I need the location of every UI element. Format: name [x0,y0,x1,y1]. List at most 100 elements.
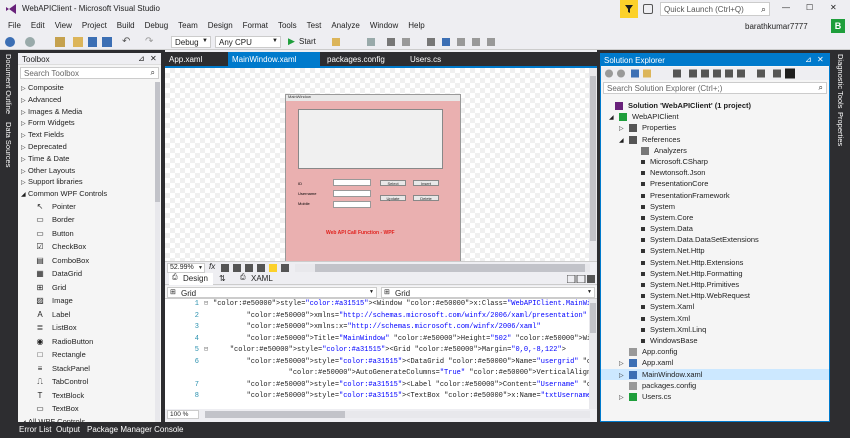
solution-item[interactable]: WindowsBase [601,335,829,346]
breadcrumb-left-dropdown[interactable]: ⊞ Grid ▼ [167,287,377,298]
open-icon[interactable] [73,37,83,47]
close-button[interactable]: ✕ [830,3,837,12]
new-project-icon[interactable] [55,37,65,47]
menu-debug[interactable]: Debug [140,18,174,34]
code-vscrollbar[interactable] [589,299,597,409]
maximize-button[interactable]: ☐ [806,3,813,12]
menu-analyze[interactable]: Analyze [326,18,364,34]
toolbox-item-label[interactable]: A Label [18,308,154,322]
solution-search[interactable]: Search Solution Explorer (Ctrl+;) ⌕ [603,82,827,94]
swap-panes-icon[interactable]: ⇅ [219,274,226,283]
code-line[interactable]: 5 ⊟ "color:#e50000">style="color:#a31515"… [165,345,589,357]
toolbox-search[interactable]: Search Toolbox ⌕ [20,67,159,79]
toolbox-item-tabcontrol[interactable]: ⎍ TabControl [18,375,154,389]
wpf-window[interactable]: MainWindow ID Username Mobile Select Ins… [285,94,461,264]
design-tab[interactable]: ⎙ Design [169,273,213,285]
toolbox-category[interactable]: ▷ Support libraries [18,176,154,188]
toolbox-item-grid[interactable]: ⊞ Grid [18,281,154,295]
solution-item[interactable]: ▷ Properties [601,122,829,133]
wpf-datagrid[interactable] [298,109,443,169]
user-name[interactable]: barathkumar7777 [745,22,808,31]
code-line[interactable]: 2 "color:#e50000">xmlns="http://schemas.… [165,311,589,323]
solution-item[interactable]: System.Data [601,223,829,234]
undo-icon[interactable]: ↶ [122,36,130,47]
wpf-textbox-username[interactable] [333,190,371,197]
wpf-delete-button[interactable]: Delete [413,195,439,201]
toolbox-category[interactable]: ▷ Other Layouts [18,165,154,177]
code-line[interactable]: 7 "color:#e50000">style="color:#a31515">… [165,380,589,392]
menu-team[interactable]: Team [173,18,203,34]
expand-arrow-icon[interactable]: ▷ [619,393,629,404]
vtab-properties[interactable]: Properties [836,112,845,146]
code-line[interactable]: 8 "color:#e50000">style="color:#a31515">… [165,391,589,403]
menu-file[interactable]: File [3,18,26,34]
feedback-icon[interactable] [643,4,653,14]
scrollbar-thumb[interactable] [155,82,160,202]
tab-packages-config[interactable]: packages.config [323,52,403,66]
designer-zoom-dropdown[interactable]: 52.99% ▼ [167,263,205,273]
solution-item[interactable]: ▷ App.xaml [601,357,829,368]
menu-test[interactable]: Test [302,18,327,34]
tab-error-list[interactable]: Error List [19,425,51,434]
code-line[interactable]: 3 "color:#e50000">xmlns:x="http://schema… [165,322,589,334]
menu-format[interactable]: Format [238,18,273,34]
tab-mainwindow-xaml[interactable]: MainWindow.xaml [228,52,320,66]
toolbox-category[interactable]: ▷ Advanced [18,94,154,106]
solution-item[interactable]: Solution 'WebAPIClient' (1 project) [601,100,829,111]
vtab-document-outline[interactable]: Document Outline [4,54,13,114]
menu-window[interactable]: Window [365,18,403,34]
menu-view[interactable]: View [50,18,77,34]
toolbar-tools-icons[interactable] [332,37,502,47]
vtab-diagnostic-tools[interactable]: Diagnostic Tools [836,54,845,108]
xaml-code-editor[interactable]: 1 ⊟ "color:#e50000">style="color:#a31515">… [165,299,589,409]
config-dropdown[interactable]: Debug ▼ [171,36,211,48]
solution-item[interactable]: PresentationFramework [601,190,829,201]
fx-icon[interactable]: fx [209,262,215,271]
toolbox-category[interactable]: ▷ Images & Media [18,106,154,118]
toolbox-category[interactable]: ▷ Form Widgets [18,117,154,129]
toolbox-item-border[interactable]: ▭ Border [18,213,154,227]
toolbox-category[interactable]: ▷ Text Fields [18,129,154,141]
save-all-icon[interactable] [102,37,112,47]
menu-design[interactable]: Design [203,18,238,34]
toolbox-item-button[interactable]: ▭ Button [18,227,154,241]
toolbox-item-textbox[interactable]: ▭ TextBox [18,402,154,416]
user-avatar[interactable]: B [831,19,845,33]
minimize-button[interactable]: — [782,3,790,12]
solution-item[interactable]: System.Core [601,212,829,223]
close-icon[interactable]: ✕ [817,55,824,64]
solution-item[interactable]: Newtonsoft.Json [601,167,829,178]
menu-tools[interactable]: Tools [273,18,302,34]
solution-item[interactable]: System.Net.Http.WebRequest [601,290,829,301]
xaml-tab[interactable]: ⎙ XAML [237,273,281,285]
toolbox-item-listbox[interactable]: ≣ ListBox [18,321,154,335]
solution-item[interactable]: Analyzers [601,145,829,156]
filter-icon[interactable] [620,0,638,18]
solution-item[interactable]: packages.config [601,380,829,391]
toolbox-item-pointer[interactable]: ↖ Pointer [18,200,154,214]
toolbox-scrollbar[interactable] [155,82,160,422]
solution-toolbar-icons[interactable] [601,67,829,80]
breadcrumb-right-dropdown[interactable]: ⊞ Grid ▼ [381,287,595,298]
solution-item[interactable]: System.Net.Http [601,245,829,256]
pin-icon[interactable]: ⊿ [805,55,812,64]
solution-item[interactable]: ▷ MainWindow.xaml [601,368,829,380]
start-button[interactable]: ▶ Start [286,36,326,48]
code-line[interactable]: 4 "color:#e50000">Title="MainWindow" "co… [165,334,589,346]
toolbox-category[interactable]: ▷ Deprecated [18,141,154,153]
menu-help[interactable]: Help [403,18,429,34]
toolbox-item-textblock[interactable]: T TextBlock [18,389,154,403]
solution-item[interactable]: App.config [601,346,829,357]
tab-output[interactable]: Output [56,425,80,434]
wpf-update-button[interactable]: Update [380,195,406,201]
solution-item[interactable]: PresentationCore [601,178,829,189]
designer-hscrollbar[interactable] [295,264,590,272]
solution-item[interactable]: System.Xml.Linq [601,324,829,335]
wpf-insert-button[interactable]: Insert [413,180,439,186]
code-zoom-dropdown[interactable]: 100 % [167,410,199,419]
solution-item[interactable]: ◢ WebAPIClient [601,111,829,122]
code-line[interactable]: "color:#e50000">AutoGenerateColumns="Tru… [165,368,589,380]
toolbox-category[interactable]: ▷ Composite [18,82,154,94]
forward-icon[interactable] [25,37,35,47]
wpf-select-button[interactable]: Select [380,180,406,186]
